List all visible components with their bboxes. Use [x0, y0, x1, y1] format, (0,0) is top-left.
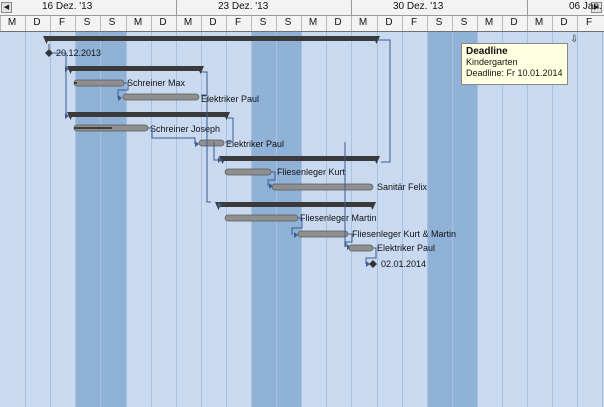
- day-divider: [477, 16, 478, 31]
- gantt-canvas[interactable]: 20.12.2013Schreiner MaxElektriker PaulSc…: [0, 32, 604, 407]
- day-divider: [176, 16, 177, 31]
- day-divider: [50, 16, 51, 31]
- task-bar[interactable]: [297, 230, 349, 238]
- day-label: S: [259, 17, 267, 28]
- day-divider: [201, 16, 202, 31]
- task-label: Schreiner Joseph: [150, 124, 220, 134]
- day-divider: [301, 16, 302, 31]
- task-bar[interactable]: [122, 93, 200, 101]
- day-divider: [100, 16, 101, 31]
- day-label: M: [308, 17, 318, 28]
- task-label: Fliesenleger Kurt & Martin: [352, 229, 456, 239]
- summary-bar[interactable]: [222, 156, 377, 161]
- day-label: M: [7, 17, 17, 28]
- day-label: S: [108, 17, 116, 28]
- day-label: S: [83, 17, 91, 28]
- summary-bar[interactable]: [70, 112, 227, 117]
- day-label: D: [33, 17, 41, 28]
- day-divider: [151, 16, 152, 31]
- task-label: Sanitär Felix: [377, 182, 428, 192]
- task-label: Elektriker Paul: [201, 94, 259, 104]
- deadline-tooltip: Deadline Kindergarten Deadline: Fr 10.01…: [461, 43, 568, 85]
- day-divider: [427, 16, 428, 31]
- day-label: M: [534, 17, 544, 28]
- day-label: D: [209, 17, 217, 28]
- week-label: 23 Dez. '13: [218, 1, 269, 12]
- day-label: D: [159, 17, 167, 28]
- day-label: M: [183, 17, 193, 28]
- task-bar[interactable]: [224, 214, 299, 222]
- day-divider: [527, 16, 528, 31]
- week-divider: [176, 0, 177, 15]
- day-divider: [75, 16, 76, 31]
- day-label: M: [133, 17, 143, 28]
- day-divider: [377, 16, 378, 31]
- dependency-link: [377, 39, 391, 163]
- task-bar[interactable]: [73, 79, 125, 87]
- day-divider: [351, 16, 352, 31]
- summary-bar[interactable]: [70, 66, 201, 71]
- day-divider: [251, 16, 252, 31]
- day-label: F: [58, 17, 66, 28]
- task-progress: [74, 127, 112, 129]
- day-divider: [126, 16, 127, 31]
- tooltip-line-2: Deadline: Fr 10.01.2014: [466, 68, 563, 78]
- day-label: D: [334, 17, 342, 28]
- task-bar[interactable]: [348, 244, 374, 252]
- day-divider: [276, 16, 277, 31]
- day-label: S: [284, 17, 292, 28]
- day-divider: [402, 16, 403, 31]
- day-divider: [552, 16, 553, 31]
- day-divider: [502, 16, 503, 31]
- day-label: D: [560, 17, 568, 28]
- milestone-diamond[interactable]: [369, 260, 377, 268]
- day-divider: [452, 16, 453, 31]
- day-divider: [226, 16, 227, 31]
- day-label: M: [358, 17, 368, 28]
- task-label: Schreiner Max: [127, 78, 186, 88]
- week-divider: [527, 0, 528, 15]
- task-bar[interactable]: [224, 168, 272, 176]
- gantt-chart[interactable]: ◀ ▶ 16 Dez. '13 23 Dez. '13 30 Dez. '13 06 …: [0, 0, 604, 407]
- task-bar[interactable]: [271, 183, 374, 191]
- tooltip-title: Deadline: [466, 46, 508, 57]
- deadline-flag-icon[interactable]: ⇩: [570, 34, 578, 45]
- day-label: S: [435, 17, 443, 28]
- day-divider: [25, 16, 26, 31]
- day-label: F: [410, 17, 418, 28]
- day-label: D: [385, 17, 393, 28]
- week-label: 30 Dez. '13: [393, 1, 444, 12]
- day-label: S: [460, 17, 468, 28]
- day-label: M: [484, 17, 494, 28]
- task-bar[interactable]: [198, 139, 225, 147]
- task-label: 02.01.2014: [381, 259, 426, 269]
- week-label: 06 Jan. '14: [569, 1, 604, 12]
- week-header: ◀ ▶ 16 Dez. '13 23 Dez. '13 30 Dez. '13 06 …: [0, 0, 604, 16]
- day-divider: [577, 16, 578, 31]
- summary-bar[interactable]: [218, 202, 373, 207]
- day-label: F: [234, 17, 242, 28]
- scroll-left-button[interactable]: ◀: [1, 2, 12, 13]
- task-label: Elektriker Paul: [377, 243, 435, 253]
- day-header: MDFSSMDMDFSSMDMDFSSMDMDF: [0, 16, 604, 32]
- tooltip-line-1: Kindergarten: [466, 57, 518, 67]
- week-divider: [351, 0, 352, 15]
- task-label: Fliesenleger Martin: [300, 213, 377, 223]
- summary-bar[interactable]: [46, 36, 377, 41]
- day-label: D: [510, 17, 518, 28]
- milestone-diamond[interactable]: [45, 49, 53, 57]
- link-arrowhead: [195, 141, 199, 147]
- day-label: F: [585, 17, 593, 28]
- task-label: Elektriker Paul: [226, 139, 284, 149]
- week-label: 16 Dez. '13: [42, 1, 93, 12]
- arrow-left-icon: ◀: [3, 4, 10, 11]
- day-divider: [0, 16, 1, 31]
- day-divider: [326, 16, 327, 31]
- task-progress: [74, 82, 77, 84]
- task-label: Fliesenleger Kurt: [277, 167, 346, 177]
